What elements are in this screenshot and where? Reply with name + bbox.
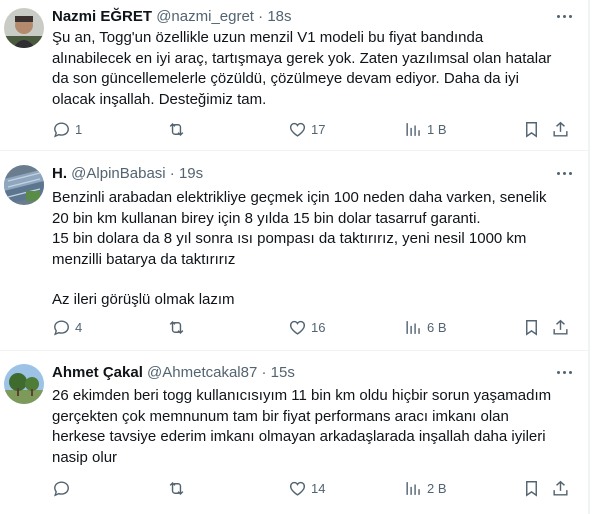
reply-count: 4: [75, 319, 83, 335]
tweet-line: gerçekten çok memnunum tam bir fiyat per…: [52, 407, 509, 425]
tweet-1[interactable]: Nazmi EĞRET @nazmi_egret · 18s Şu an, To…: [0, 7, 588, 150]
retweet-icon: [169, 481, 184, 495]
author-name[interactable]: H.: [52, 165, 67, 182]
tweet-line: 20 bin km kullanan birey için 8 yılda 15…: [52, 209, 481, 227]
retweet-icon: [169, 122, 184, 136]
like-icon: [289, 320, 306, 335]
bookmark-button[interactable]: [522, 317, 541, 337]
avatar[interactable]: [4, 165, 44, 205]
tweet-line: Şu an, Togg'un özellikle uzun menzil V1 …: [52, 29, 484, 46]
tweet-2[interactable]: H. @AlpinBabasi · 19s Benzinli arabadan …: [0, 164, 588, 348]
tweet-line: menzilli batarya da taktırırız: [52, 250, 236, 268]
views-count: 2 B: [427, 480, 447, 496]
tweet-3[interactable]: Ahmet Çakal @Ahmetcakal87 · 15s 26 ekimd…: [0, 363, 588, 514]
avatar[interactable]: [4, 8, 44, 48]
reply-button[interactable]: 1: [52, 119, 82, 139]
tweet-text: 26 ekimden beri togg kullanıcısıyım 11 b…: [52, 386, 572, 468]
reply-icon: [54, 480, 69, 496]
tweet-line: Benzinli arabadan elektrikliye geçmek iç…: [52, 189, 547, 206]
timestamp[interactable]: 18s: [267, 8, 291, 25]
scrollbar-track[interactable]: [588, 0, 590, 514]
tweet-divider: [0, 350, 588, 351]
retweet-button[interactable]: [167, 119, 190, 139]
retweet-icon: [169, 320, 184, 334]
author-handle[interactable]: @nazmi_egret: [156, 8, 254, 25]
separator-dot: ·: [258, 8, 264, 25]
tweet-header: H. @AlpinBabasi · 19s: [52, 164, 203, 184]
tweet-line: nasip olur: [52, 448, 118, 466]
share-icon: [553, 319, 568, 335]
separator-dot: ·: [261, 364, 267, 381]
tweet-line: olacak inşallah. Desteğimiz tam.: [52, 90, 267, 108]
views-count: 6 B: [427, 319, 447, 335]
author-handle[interactable]: @Ahmetcakal87: [147, 364, 257, 381]
action-bar: 14 2 B: [52, 478, 572, 498]
author-name[interactable]: Ahmet Çakal: [52, 364, 143, 381]
like-count: 14: [311, 480, 326, 496]
share-icon: [553, 121, 568, 137]
like-icon: [289, 122, 306, 137]
reply-icon: [54, 319, 69, 335]
separator-dot: ·: [169, 165, 175, 182]
tweet-line: Az ileri görüşlü olmak lazım: [52, 291, 235, 308]
reply-icon: [54, 121, 69, 137]
reply-count: 1: [75, 121, 83, 137]
like-icon: [289, 481, 306, 496]
tweet-text: Benzinli arabadan elektrikliye geçmek iç…: [52, 188, 572, 311]
bookmark-icon: [526, 319, 537, 336]
like-count: 16: [311, 319, 326, 335]
views-button[interactable]: 1 B: [404, 119, 447, 139]
author-handle[interactable]: @AlpinBabasi: [71, 165, 165, 182]
like-count: 17: [311, 121, 326, 137]
more-icon[interactable]: [555, 365, 575, 381]
timestamp[interactable]: 15s: [271, 364, 295, 381]
bookmark-icon: [526, 480, 537, 497]
retweet-button[interactable]: [167, 317, 190, 337]
tweet-header: Nazmi EĞRET @nazmi_egret · 18s: [52, 7, 292, 27]
tweet-divider: [0, 150, 588, 151]
views-icon: [406, 320, 420, 334]
timestamp[interactable]: 19s: [179, 165, 203, 182]
views-button[interactable]: 6 B: [404, 317, 447, 337]
like-button[interactable]: 17: [288, 119, 325, 139]
reply-button[interactable]: [52, 478, 75, 498]
tweet-line: herkese tavsiye ederim imkanı olmayan ar…: [52, 428, 546, 445]
views-count: 1 B: [427, 121, 447, 137]
author-name[interactable]: Nazmi EĞRET: [52, 8, 152, 25]
share-button[interactable]: [551, 478, 570, 498]
reply-button[interactable]: 4: [52, 317, 82, 337]
tweet-header: Ahmet Çakal @Ahmetcakal87 · 15s: [52, 363, 295, 383]
action-bar: 4 16 6 B: [52, 317, 572, 337]
share-icon: [553, 480, 568, 496]
tweet-line: da son güncellemelerle çözüldü, çözülmey…: [52, 70, 519, 87]
bookmark-button[interactable]: [522, 119, 541, 139]
views-icon: [406, 481, 420, 495]
more-icon[interactable]: [555, 166, 575, 182]
action-bar: 1 17 1 B: [52, 119, 572, 139]
views-icon: [406, 122, 420, 136]
tweet-line: 26 ekimden beri togg kullanıcısıyım 11 b…: [52, 387, 552, 404]
bookmark-button[interactable]: [522, 478, 541, 498]
retweet-button[interactable]: [167, 478, 190, 498]
share-button[interactable]: [551, 119, 570, 139]
like-button[interactable]: 16: [288, 317, 325, 337]
bookmark-icon: [526, 121, 537, 138]
share-button[interactable]: [551, 317, 570, 337]
tweet-line: alınabilecek en iyi araç, tartışmaya ger…: [52, 49, 552, 67]
views-button[interactable]: 2 B: [404, 478, 447, 498]
tweet-line: 15 bin dolara da 8 yıl sonra ısı pompası…: [52, 230, 527, 247]
like-button[interactable]: 14: [288, 478, 325, 498]
tweet-text: Şu an, Togg'un özellikle uzun menzil V1 …: [52, 28, 572, 110]
more-icon[interactable]: [555, 9, 575, 25]
avatar[interactable]: [4, 364, 44, 404]
